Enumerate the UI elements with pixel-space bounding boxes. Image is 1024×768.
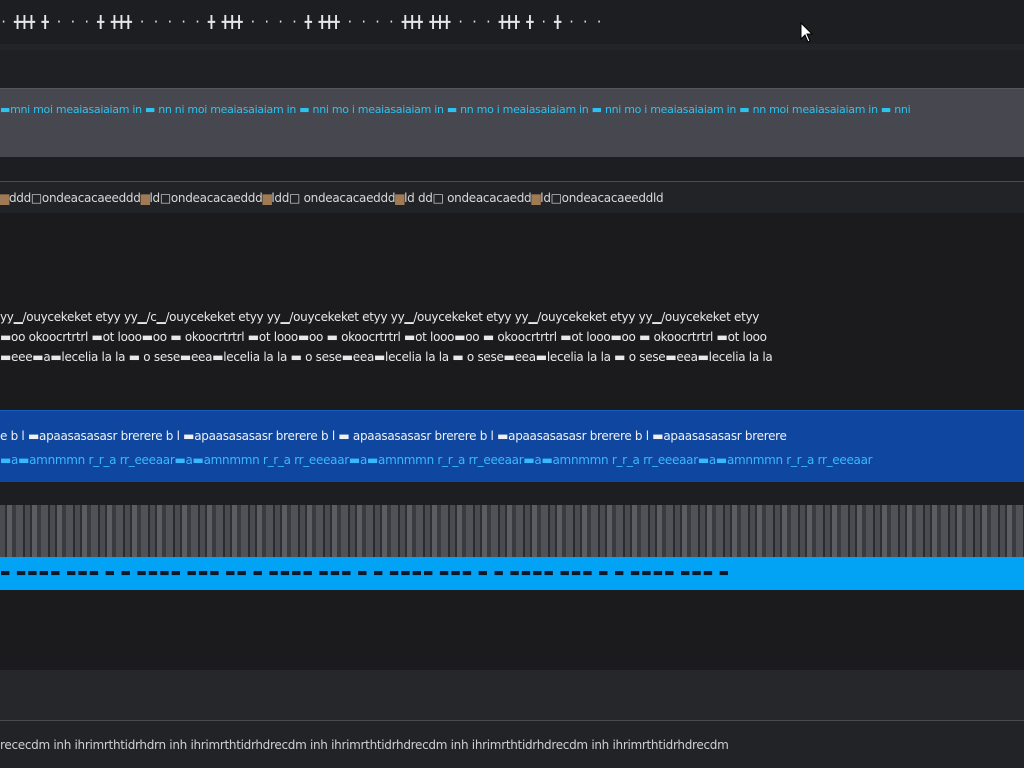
panel-text: ▬mni moi meaiasaiaiam in ▬ nn ni moi mea… — [0, 103, 911, 116]
spacer-strip — [0, 482, 1024, 505]
content-line: yy▁/ouycekeket etyy yy▁/c▁/ouycekeket et… — [0, 310, 760, 324]
tab-label[interactable]: ldd□ ondeacacaeddd — [271, 191, 395, 205]
tab-label[interactable]: ld□ondeacacaeeddld — [540, 191, 663, 205]
status-text: rececdm inh ihrimrthtidrhdrn inh ihrimrt… — [0, 738, 729, 752]
spacer-strip — [0, 157, 1024, 181]
timeline-markers: ▬ ▬▬▬▬ ▬▬▬ ▬ ▬ ▬▬▬▬ ▬▬▬ ▬▬ ▬ ▬▬▬▬ ▬▬▬ ▬ … — [0, 566, 731, 579]
content-area: yy▁/ouycekeket etyy yy▁/c▁/ouycekeket et… — [0, 213, 1024, 410]
tab-marker-icon: ▆ — [0, 191, 9, 205]
lower-strip — [0, 670, 1024, 720]
tab-label[interactable]: ld□ondeacacaeddd — [150, 191, 263, 205]
tab-label[interactable]: ddd□ondeacacaeeddd — [9, 191, 141, 205]
tab-bar: ▆ddd□ondeacacaeeddd▆ld□ondeacacaeddd▆ldd… — [0, 181, 1024, 214]
waveform-track[interactable] — [0, 505, 1024, 557]
top-toolbar: · ╋╋╋ ╋ · · · ╋ ╋╋╋ · · · · · ╋ ╋╋╋ · · … — [0, 0, 1024, 44]
status-bar: rececdm inh ihrimrthtidrhdrn inh ihrimrt… — [0, 720, 1024, 768]
tab-row[interactable]: ▆ddd□ondeacacaeeddd▆ld□ondeacacaeddd▆ldd… — [0, 191, 1024, 205]
tab-marker-icon: ▆ — [395, 191, 405, 205]
timeline-bar[interactable]: ▬ ▬▬▬▬ ▬▬▬ ▬ ▬ ▬▬▬▬ ▬▬▬ ▬▬ ▬ ▬▬▬▬ ▬▬▬ ▬ … — [0, 557, 1024, 590]
header-panel: ▬mni moi meaiasaiaiam in ▬ nn ni moi mea… — [0, 88, 1024, 158]
application-window: · ╋╋╋ ╋ · · · ╋ ╋╋╋ · · · · · ╋ ╋╋╋ · · … — [0, 0, 1024, 768]
content-line: ▬oo okoocrtrtrl ▬ot looo▬oo ▬ okoocrtrtr… — [0, 330, 767, 344]
empty-region — [0, 590, 1024, 670]
tab-label[interactable]: ld dd□ ondeacacaedd — [404, 191, 532, 205]
selected-block[interactable]: e b l ▬apaasasasasr brerere b l ▬apaasas… — [0, 410, 1024, 484]
empty-strip — [0, 50, 1024, 88]
selection-line: ▬a▬amnmmn r_r_a rr_eeeaar▬a▬amnmmn r_r_a… — [0, 453, 873, 467]
toolbar-controls[interactable]: · ╋╋╋ ╋ · · · ╋ ╋╋╋ · · · · · ╋ ╋╋╋ · · … — [0, 15, 1024, 29]
content-line: ▬eee▬a▬lecelia la la ▬ o sese▬eea▬leceli… — [0, 350, 773, 364]
tab-marker-icon: ▆ — [531, 191, 541, 205]
tab-marker-icon: ▆ — [140, 191, 150, 205]
selection-line: e b l ▬apaasasasasr brerere b l ▬apaasas… — [0, 429, 787, 443]
mouse-cursor-icon — [800, 22, 814, 43]
